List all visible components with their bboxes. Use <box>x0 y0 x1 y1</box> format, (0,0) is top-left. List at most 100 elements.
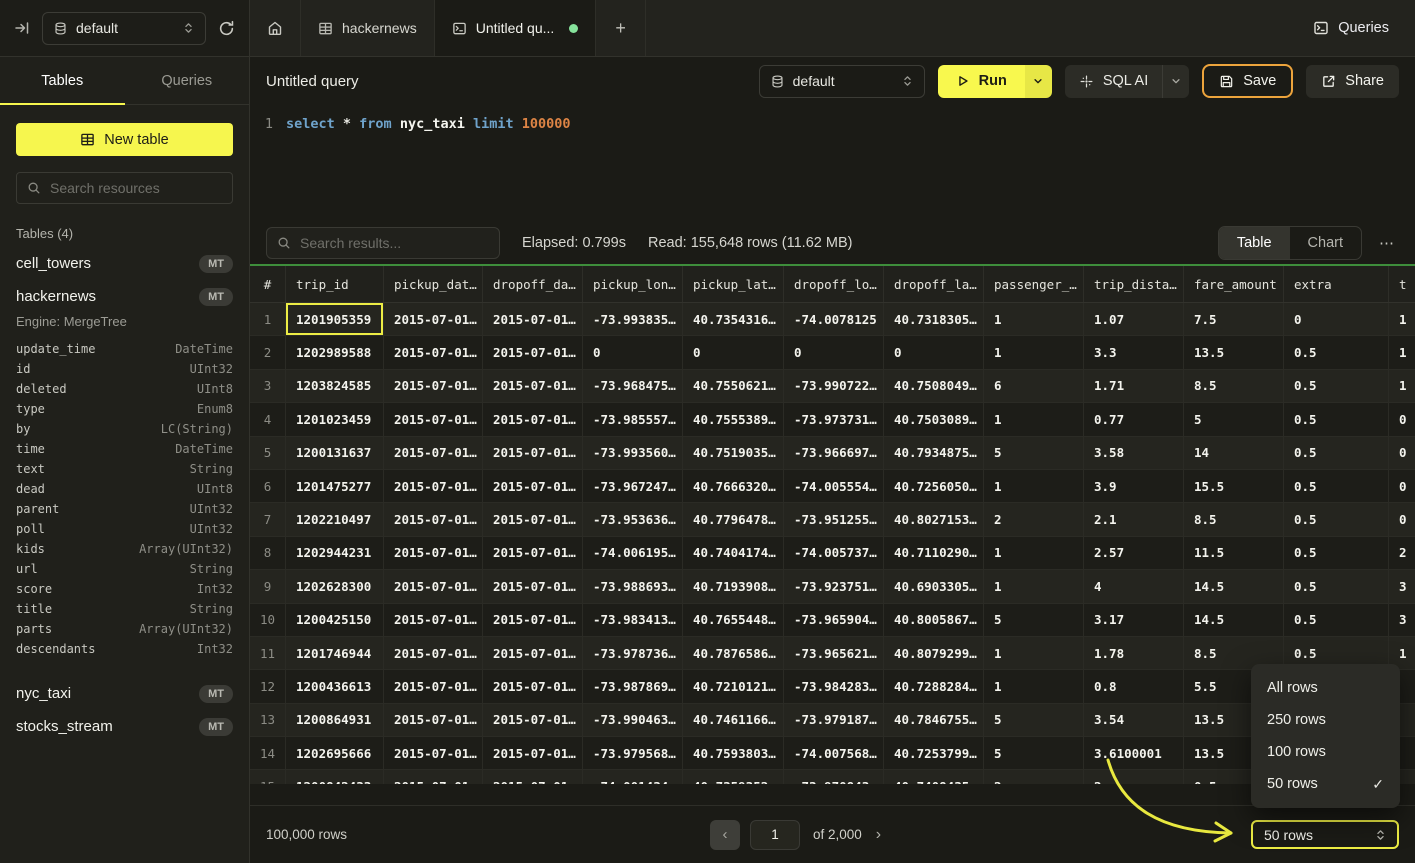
column-row[interactable]: titleString <box>16 599 233 619</box>
cell[interactable]: 40.8079299… <box>884 637 984 669</box>
cell[interactable]: 1.71 <box>1084 370 1184 402</box>
column-header-dropoff_la[interactable]: dropoff_la… <box>884 266 984 302</box>
cell[interactable]: 2015-07-01… <box>384 503 483 535</box>
cell[interactable]: -73.979568… <box>583 737 683 769</box>
cell[interactable]: 1 <box>1389 370 1415 402</box>
cell[interactable]: 2015-07-01… <box>384 303 483 335</box>
column-header-dropoff_da[interactable]: dropoff_da… <box>483 266 583 302</box>
sidebar-tab-queries[interactable]: Queries <box>125 57 250 104</box>
cell[interactable]: 2.1 <box>1084 503 1184 535</box>
cell[interactable]: -73.993560… <box>583 437 683 469</box>
cell[interactable]: 3.9 <box>1084 470 1184 502</box>
cell[interactable]: 5 <box>1184 403 1284 435</box>
cell[interactable]: 2015-07-01… <box>483 303 583 335</box>
cell[interactable]: -73.979187… <box>784 704 884 736</box>
search-results-input[interactable]: Search results... <box>266 227 500 259</box>
cell[interactable]: -73.967247… <box>583 470 683 502</box>
column-header-pickup_lat[interactable]: pickup_lat… <box>683 266 784 302</box>
column-header-row-number[interactable]: # <box>250 266 286 302</box>
save-button[interactable]: Save <box>1202 64 1293 98</box>
column-row[interactable]: deadUInt8 <box>16 479 233 499</box>
cell[interactable]: 2015-07-01… <box>384 770 483 784</box>
cell[interactable]: 1.78 <box>1084 637 1184 669</box>
cell[interactable]: 40.6903305… <box>884 570 984 602</box>
next-page-button[interactable]: › <box>876 826 881 844</box>
cell[interactable]: 40.7519035… <box>683 437 784 469</box>
column-header-dropoff_lo[interactable]: dropoff_lo… <box>784 266 884 302</box>
run-button[interactable]: Run <box>938 65 1025 98</box>
cell[interactable]: 2015-07-01… <box>483 370 583 402</box>
menu-item-50-rows[interactable]: 50 rows✓ <box>1251 768 1400 800</box>
cell[interactable]: 0.5 <box>1284 437 1389 469</box>
cell[interactable]: -74.0078125 <box>784 303 884 335</box>
column-header-extra[interactable]: extra <box>1284 266 1389 302</box>
cell[interactable]: -73.984283… <box>784 670 884 702</box>
cell[interactable]: 40.7846755… <box>884 704 984 736</box>
cell[interactable]: 15.5 <box>1184 470 1284 502</box>
cell[interactable]: 2015-07-01… <box>384 604 483 636</box>
cell[interactable]: -74.001434… <box>583 770 683 784</box>
cell[interactable]: 40.7288284… <box>884 670 984 702</box>
column-row[interactable]: parentUInt32 <box>16 499 233 519</box>
cell[interactable]: 1 <box>984 637 1084 669</box>
cell[interactable]: 0.5 <box>1284 604 1389 636</box>
cell[interactable]: 2015-07-01… <box>384 336 483 368</box>
cell[interactable]: 2015-07-01… <box>384 737 483 769</box>
cell[interactable]: 40.7555389… <box>683 403 784 435</box>
cell[interactable]: 40.7593803… <box>683 737 784 769</box>
cell[interactable]: 1202628300 <box>286 570 384 602</box>
cell[interactable]: -73.983413… <box>583 604 683 636</box>
cell[interactable]: 3.58 <box>1084 437 1184 469</box>
cell[interactable]: 2015-07-01… <box>483 737 583 769</box>
sidebar-item-cell-towers[interactable]: cell_towers MT <box>0 247 249 280</box>
column-row[interactable]: byLC(String) <box>16 419 233 439</box>
share-button[interactable]: Share <box>1306 65 1399 98</box>
cell[interactable]: 0 <box>683 336 784 368</box>
cell[interactable]: 0.5 <box>1284 370 1389 402</box>
page-size-select[interactable]: 50 rows <box>1251 820 1399 849</box>
cell[interactable]: 1 <box>984 336 1084 368</box>
new-table-button[interactable]: New table <box>16 123 233 156</box>
cell[interactable]: 2015-07-01… <box>483 336 583 368</box>
database-selector[interactable]: default <box>42 12 206 45</box>
cell[interactable]: -74.005554… <box>784 470 884 502</box>
cell[interactable]: 2015-07-01… <box>384 437 483 469</box>
cell[interactable]: -73.973731… <box>784 403 884 435</box>
cell[interactable]: 2 <box>984 770 1084 784</box>
column-row[interactable]: urlString <box>16 559 233 579</box>
cell[interactable]: 11.5 <box>1184 537 1284 569</box>
cell[interactable]: 0 <box>1389 503 1415 535</box>
cell[interactable]: 0.5 <box>1284 503 1389 535</box>
cell[interactable]: 1200864931 <box>286 704 384 736</box>
cell[interactable]: 2015-07-01… <box>384 670 483 702</box>
cell[interactable]: 1201905359 <box>286 303 384 335</box>
column-header-passenger_[interactable]: passenger_… <box>984 266 1084 302</box>
cell[interactable]: 14.5 <box>1184 570 1284 602</box>
cell[interactable]: 1203824585 <box>286 370 384 402</box>
cell[interactable]: 2015-07-01… <box>483 437 583 469</box>
cell[interactable]: 2015-07-01… <box>483 670 583 702</box>
cell[interactable]: 7.5 <box>1184 303 1284 335</box>
cell[interactable]: 1201023459 <box>286 403 384 435</box>
cell[interactable]: 40.7404174… <box>683 537 784 569</box>
cell[interactable]: 8.5 <box>1184 503 1284 535</box>
column-row[interactable]: scoreInt32 <box>16 579 233 599</box>
cell[interactable]: -73.985557… <box>583 403 683 435</box>
cell[interactable]: 0.8 <box>1084 670 1184 702</box>
sidebar-item-hackernews[interactable]: hackernews MT <box>0 280 249 313</box>
queries-button[interactable]: Queries <box>1313 20 1389 36</box>
sql-ai-options-button[interactable] <box>1162 65 1189 98</box>
query-database-selector[interactable]: default <box>759 65 925 98</box>
cell[interactable]: -74.005737… <box>784 537 884 569</box>
cell[interactable]: 2015-07-01… <box>483 570 583 602</box>
sidebar-item-stocks-stream[interactable]: stocks_stream MT <box>0 710 249 743</box>
column-row[interactable]: deletedUInt8 <box>16 379 233 399</box>
cell[interactable]: -73.990463… <box>583 704 683 736</box>
cell[interactable]: 40.7666320… <box>683 470 784 502</box>
cell[interactable]: 40.8027153… <box>884 503 984 535</box>
cell[interactable]: 1202944231 <box>286 537 384 569</box>
cell[interactable]: -73.965904… <box>784 604 884 636</box>
more-options-icon[interactable]: ⋯ <box>1375 234 1399 252</box>
cell[interactable]: 0.5 <box>1284 570 1389 602</box>
cell[interactable]: -74.006195… <box>583 537 683 569</box>
